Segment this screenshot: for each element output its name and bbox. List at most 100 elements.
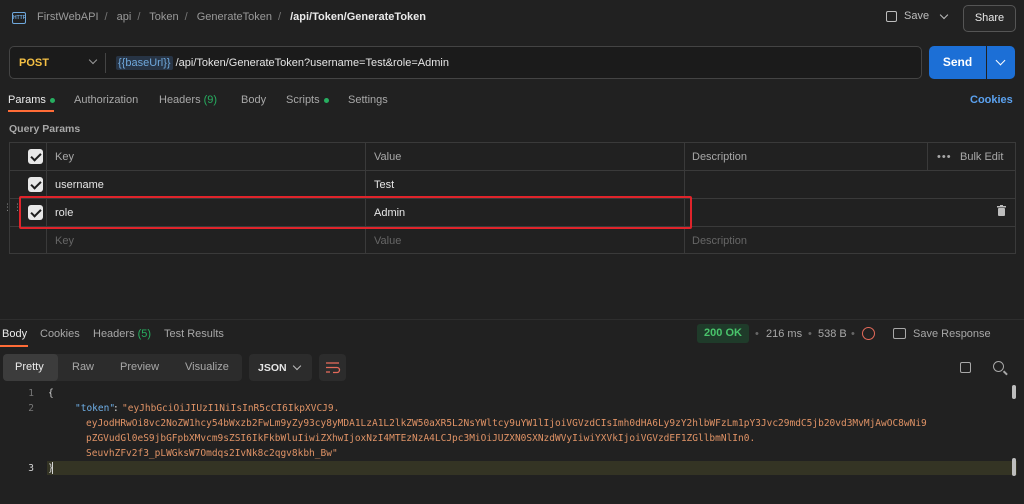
- status-badge[interactable]: 200 OK: [697, 324, 749, 343]
- tab-label: Params: [8, 94, 46, 106]
- top-bar: HTTP FirstWebAPI / api / Token / GenerateTo…: [0, 0, 1024, 36]
- tab-settings[interactable]: Settings: [348, 94, 388, 106]
- json-colon: :: [113, 403, 119, 414]
- tab-label: Headers: [159, 94, 201, 106]
- table-row-empty: Key Value Description: [10, 227, 1015, 255]
- column-header-value: Value: [374, 151, 402, 163]
- param-key[interactable]: username: [55, 179, 104, 191]
- active-tab-indicator: [0, 345, 28, 347]
- drag-handle-icon[interactable]: ⋮⋮: [3, 203, 22, 220]
- token-value-line: eyJodHRwOi8vc2NoZW1hcy54bWxzb2FwLm9yZy93…: [86, 418, 927, 429]
- breadcrumb-item[interactable]: api: [117, 11, 132, 23]
- select-all-checkbox[interactable]: [28, 149, 43, 164]
- wrap-lines-button[interactable]: [319, 354, 346, 381]
- tab-body[interactable]: Body: [241, 94, 266, 106]
- value-placeholder[interactable]: Value: [374, 235, 401, 247]
- save-response-icon: [893, 328, 906, 339]
- url-path: /api/Token/GenerateToken?username=Test&r…: [175, 57, 449, 69]
- format-label: JSON: [258, 362, 287, 374]
- separator: •: [755, 328, 759, 340]
- headers-count: (5): [137, 328, 152, 340]
- current-line-highlight: [47, 461, 1017, 475]
- tab-response-body[interactable]: Body: [2, 328, 27, 340]
- line-number: 3: [28, 463, 34, 474]
- token-value-line: SeuvhZFv2f3_pLWGksW7Omdqs2IvNk8c2qgv8kbh…: [86, 448, 338, 459]
- breadcrumb-item[interactable]: Token: [149, 11, 178, 23]
- active-dot-icon: [49, 97, 55, 103]
- response-body-editor[interactable]: 1 2 3 { "token" : "eyJhbGciOiJIUzI1NiIsI…: [0, 386, 1024, 504]
- description-placeholder[interactable]: Description: [692, 235, 747, 247]
- row-checkbox[interactable]: [28, 205, 43, 220]
- params-table: Key Value Description Bulk Edit username…: [3, 142, 1016, 255]
- table-row: ⋮⋮ role Admin: [3, 199, 1015, 227]
- bulk-edit-button[interactable]: Bulk Edit: [960, 151, 1003, 163]
- save-label: Save: [904, 10, 930, 22]
- url-bar: POST {{baseUrl}}/api/Token/GenerateToken…: [9, 46, 922, 79]
- scrollbar-marker[interactable]: [1012, 385, 1016, 399]
- view-preview[interactable]: Preview: [120, 361, 159, 373]
- json-key: "token": [75, 403, 116, 414]
- token-value-line: pZGVudGl0eS9jbGFpbXMvcm9sZSI6IkFkbWluIiw…: [86, 433, 756, 444]
- view-pretty[interactable]: Pretty: [15, 361, 44, 373]
- table-row: username Test: [10, 171, 1015, 199]
- response-time[interactable]: 216 ms: [766, 328, 802, 340]
- param-key[interactable]: role: [55, 207, 73, 219]
- send-options-button[interactable]: [987, 46, 1015, 79]
- line-number: 2: [28, 403, 34, 414]
- column-header-key: Key: [55, 151, 74, 163]
- share-button[interactable]: Share: [963, 5, 1016, 32]
- query-params-title: Query Params: [9, 123, 81, 135]
- breadcrumb-item[interactable]: FirstWebAPI: [37, 11, 99, 23]
- response-size[interactable]: 538 B: [818, 328, 847, 340]
- tab-test-results[interactable]: Test Results: [164, 328, 224, 340]
- save-response-button[interactable]: Save Response: [913, 328, 991, 340]
- view-visualize[interactable]: Visualize: [185, 361, 229, 373]
- json-open-brace: {: [48, 388, 54, 399]
- tab-response-cookies[interactable]: Cookies: [40, 328, 80, 340]
- separator: •: [808, 328, 812, 340]
- more-options-icon[interactable]: •••: [937, 151, 952, 163]
- tab-response-headers[interactable]: Headers (5): [93, 328, 151, 340]
- trash-icon[interactable]: [997, 205, 1006, 216]
- request-tabs: Params Authorization Headers (9) Body Sc…: [0, 92, 1024, 112]
- chevron-down-icon[interactable]: [88, 55, 98, 65]
- breadcrumb: FirstWebAPI / api / Token / GenerateToken / …: [37, 11, 426, 23]
- method-select[interactable]: POST: [19, 57, 49, 69]
- url-input[interactable]: {{baseUrl}}/api/Token/GenerateToken?user…: [116, 56, 449, 70]
- json-close-brace: }: [48, 463, 54, 474]
- search-icon[interactable]: [993, 361, 1004, 372]
- headers-count: (9): [203, 94, 218, 106]
- column-header-description: Description: [692, 151, 748, 163]
- tab-params[interactable]: Params: [8, 94, 55, 106]
- http-request-icon: HTTP: [12, 12, 26, 24]
- row-checkbox[interactable]: [28, 177, 43, 192]
- divider: [105, 53, 106, 73]
- format-select[interactable]: JSON: [249, 354, 312, 381]
- save-button[interactable]: Save: [886, 10, 949, 22]
- breadcrumb-item[interactable]: GenerateToken: [197, 11, 272, 23]
- cookies-link[interactable]: Cookies: [970, 94, 1013, 106]
- tab-headers[interactable]: Headers (9): [159, 94, 217, 106]
- key-placeholder[interactable]: Key: [55, 235, 74, 247]
- send-button[interactable]: Send: [929, 46, 986, 79]
- network-globe-icon[interactable]: [862, 327, 875, 340]
- chevron-down-icon[interactable]: [939, 10, 949, 19]
- param-value[interactable]: Admin: [374, 207, 405, 219]
- view-raw[interactable]: Raw: [72, 361, 94, 373]
- separator: •: [851, 328, 855, 340]
- active-tab-indicator: [8, 110, 54, 112]
- request-title[interactable]: /api/Token/GenerateToken: [290, 11, 426, 23]
- url-variable: {{baseUrl}}: [116, 56, 173, 70]
- scrollbar-marker[interactable]: [1012, 458, 1016, 476]
- divider: [0, 319, 1024, 320]
- token-value-line: "eyJhbGciOiJIUzI1NiIsInR5cCI6IkpXVCJ9.: [122, 403, 340, 414]
- tab-label: Scripts: [286, 94, 320, 106]
- table-header-row: Key Value Description Bulk Edit: [10, 143, 1015, 171]
- tab-label: Headers: [93, 328, 135, 340]
- param-value[interactable]: Test: [374, 179, 394, 191]
- copy-icon[interactable]: [960, 362, 971, 373]
- wrap-icon: [326, 362, 341, 374]
- tab-authorization[interactable]: Authorization: [74, 94, 138, 106]
- save-icon: [886, 10, 897, 22]
- tab-scripts[interactable]: Scripts: [286, 94, 329, 106]
